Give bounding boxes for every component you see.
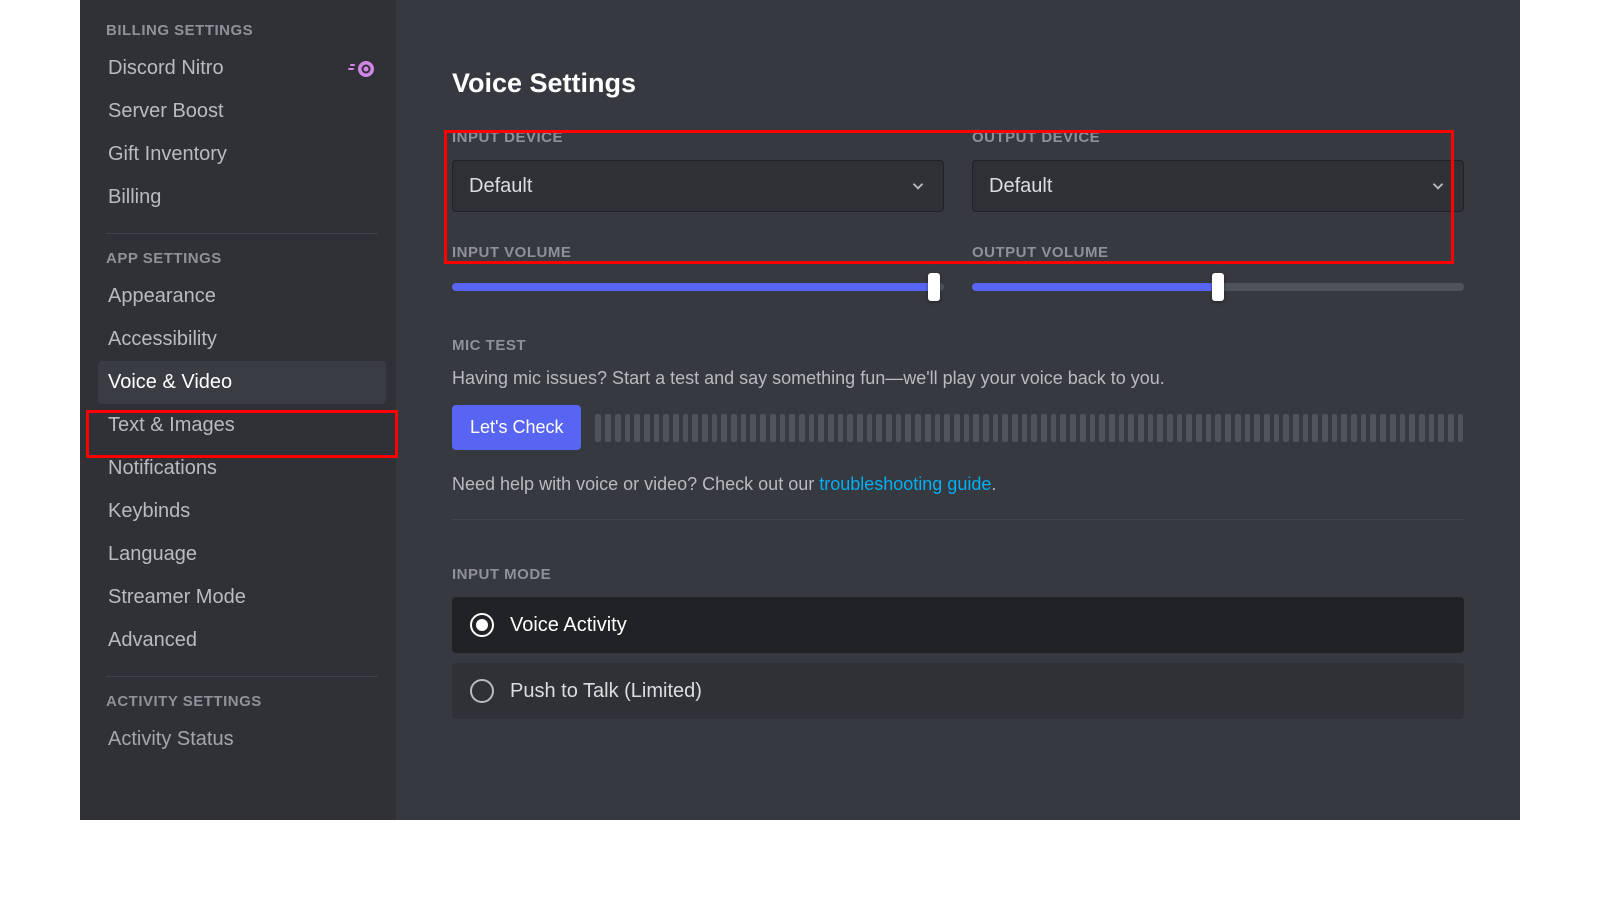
sidebar-item-label: Keybinds: [108, 500, 190, 523]
output-volume-label: Output Volume: [972, 244, 1464, 261]
sidebar-item-label: Advanced: [108, 629, 197, 652]
sidebar-item-label: Gift Inventory: [108, 143, 227, 166]
nitro-badge-icon: [348, 59, 376, 79]
sidebar-item-activity-status[interactable]: Activity Status: [98, 718, 386, 761]
section-divider: [452, 519, 1464, 520]
mic-help-text: Need help with voice or video? Check out…: [452, 474, 1464, 495]
sidebar-item-gift-inventory[interactable]: Gift Inventory: [98, 133, 386, 176]
sidebar-item-language[interactable]: Language: [98, 533, 386, 576]
output-device-value: Default: [989, 175, 1052, 198]
input-device-label: Input Device: [452, 129, 944, 146]
output-device-select[interactable]: Default: [972, 160, 1464, 212]
sidebar-item-appearance[interactable]: Appearance: [98, 275, 386, 318]
radio-label: Push to Talk (Limited): [510, 680, 702, 703]
sidebar-item-advanced[interactable]: Advanced: [98, 619, 386, 662]
radio-unselected-icon: [470, 679, 494, 703]
radio-selected-icon: [470, 613, 494, 637]
sidebar-item-accessibility[interactable]: Accessibility: [98, 318, 386, 361]
input-volume-label: Input Volume: [452, 244, 944, 261]
sidebar-divider: [106, 676, 378, 677]
mic-test-button[interactable]: Let's Check: [452, 405, 581, 450]
sidebar-item-label: Accessibility: [108, 328, 217, 351]
input-device-select[interactable]: Default: [452, 160, 944, 212]
sidebar-item-label: Billing: [108, 186, 161, 209]
mic-help-prefix: Need help with voice or video? Check out…: [452, 474, 819, 494]
sidebar-item-notifications[interactable]: Notifications: [98, 447, 386, 490]
input-mode-voice-activity[interactable]: Voice Activity: [452, 597, 1464, 653]
page-title: Voice Settings: [452, 68, 1464, 99]
input-mode-push-to-talk[interactable]: Push to Talk (Limited): [452, 663, 1464, 719]
mic-test-description: Having mic issues? Start a test and say …: [452, 368, 1464, 389]
sidebar-section-app: App Settings: [98, 246, 386, 275]
radio-label: Voice Activity: [510, 614, 627, 637]
sidebar-item-server-boost[interactable]: Server Boost: [98, 90, 386, 133]
mic-test-header: Mic Test: [452, 337, 1464, 354]
sidebar-item-label: Discord Nitro: [108, 57, 224, 80]
sidebar-item-label: Voice & Video: [108, 371, 232, 394]
sidebar-item-label: Text & Images: [108, 414, 235, 437]
sidebar-item-label: Streamer Mode: [108, 586, 246, 609]
sidebar-item-discord-nitro[interactable]: Discord Nitro: [98, 47, 386, 90]
sidebar-divider: [106, 233, 378, 234]
sidebar-item-label: Language: [108, 543, 197, 566]
chevron-down-icon: [1429, 177, 1447, 195]
settings-content: Voice Settings Input Device Default Outp…: [396, 0, 1520, 820]
sidebar-section-activity: Activity Settings: [98, 689, 386, 718]
input-volume-slider[interactable]: [452, 275, 944, 299]
input-device-value: Default: [469, 175, 532, 198]
input-mode-header: Input Mode: [452, 566, 1464, 583]
sidebar-item-text-images[interactable]: Text & Images: [98, 404, 386, 447]
settings-sidebar: Billing Settings Discord Nitro: [80, 0, 396, 820]
troubleshooting-guide-link[interactable]: troubleshooting guide: [819, 474, 991, 494]
sidebar-item-streamer-mode[interactable]: Streamer Mode: [98, 576, 386, 619]
sidebar-item-voice-video[interactable]: Voice & Video: [98, 361, 386, 404]
sidebar-item-label: Notifications: [108, 457, 217, 480]
sidebar-item-label: Appearance: [108, 285, 216, 308]
sidebar-item-label: Server Boost: [108, 100, 224, 123]
sidebar-section-billing: Billing Settings: [98, 18, 386, 47]
mic-help-suffix: .: [991, 474, 996, 494]
mic-level-meter: [595, 414, 1464, 442]
output-volume-slider[interactable]: [972, 275, 1464, 299]
sidebar-item-billing[interactable]: Billing: [98, 176, 386, 219]
settings-window: Billing Settings Discord Nitro: [80, 0, 1520, 820]
chevron-down-icon: [909, 177, 927, 195]
output-device-label: Output Device: [972, 129, 1464, 146]
sidebar-item-label: Activity Status: [108, 728, 234, 751]
sidebar-item-keybinds[interactable]: Keybinds: [98, 490, 386, 533]
